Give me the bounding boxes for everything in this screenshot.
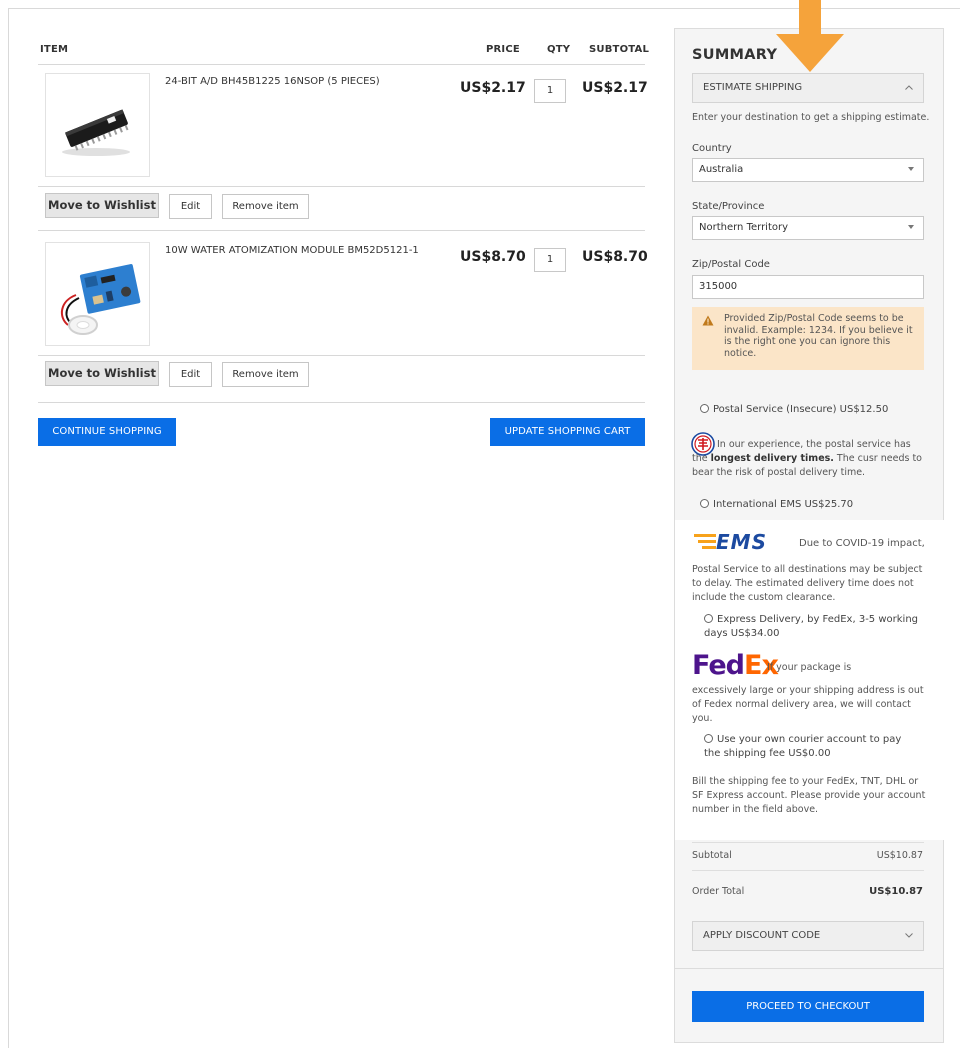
state-label: State/Province — [692, 201, 765, 212]
divider — [38, 186, 645, 187]
radio-icon[interactable] — [700, 499, 709, 508]
zip-warning-text: Provided Zip/Postal Code seems to be inv… — [724, 313, 913, 359]
zip-label: Zip/Postal Code — [692, 259, 770, 270]
own-account-note: Bill the shipping fee to your FedEx, TNT… — [692, 776, 926, 815]
product-image[interactable] — [45, 73, 150, 177]
estimate-shipping-label: ESTIMATE SHIPPING — [703, 82, 803, 93]
shipping-option-own-label: Use your own courier account to pay the … — [704, 734, 902, 759]
product-subtotal: US$2.17 — [582, 80, 648, 96]
product-name[interactable]: 24-BIT A/D BH45B1225 16NSOP (5 PIECES) — [165, 76, 380, 87]
shipping-option-ems-label: International EMS US$25.70 — [713, 499, 854, 510]
shipping-option-fedex-label: Express Delivery, by FedEx, 3-5 working … — [704, 614, 919, 639]
ems-logo-text: EMS — [716, 530, 767, 554]
ems-logo: EMS — [694, 530, 767, 554]
quantity-input[interactable]: 1 — [534, 248, 566, 272]
quantity-input[interactable]: 1 — [534, 79, 566, 103]
remove-item-button[interactable]: Remove item — [222, 362, 309, 387]
shipping-option-postal-label: Postal Service (Insecure) US$12.50 — [713, 404, 889, 415]
move-to-wishlist-button[interactable]: Move to Wishlist — [45, 193, 159, 218]
continue-shopping-button[interactable]: CONTINUE SHOPPING — [38, 418, 176, 446]
subtotal-value: US$10.87 — [876, 850, 923, 861]
postal-note-bold: longest delivery times. — [710, 453, 834, 464]
radio-icon[interactable] — [700, 404, 709, 413]
state-value: Northern Territory — [699, 222, 789, 233]
module-image — [60, 264, 141, 335]
ems-note-first: Due to COVID-19 impact, — [799, 538, 925, 549]
update-shopping-cart-button[interactable]: UPDATE SHOPPING CART — [490, 418, 645, 446]
country-label: Country — [692, 143, 732, 154]
fedex-logo: FedEx — [692, 650, 779, 681]
edit-button[interactable]: Edit — [169, 194, 212, 219]
divider — [38, 355, 645, 356]
divider — [38, 230, 645, 231]
column-header-qty: QTY — [547, 44, 571, 55]
annotation-arrow-icon — [776, 0, 844, 72]
product-subtotal: US$8.70 — [582, 249, 648, 265]
divider — [38, 402, 645, 403]
order-total-label: Order Total — [692, 886, 745, 897]
product-image[interactable] — [45, 242, 150, 346]
subtotal-label: Subtotal — [692, 850, 732, 861]
product-price: US$8.70 — [460, 249, 526, 265]
zip-input[interactable]: 315000 — [692, 275, 924, 299]
shipping-option-fedex[interactable]: Express Delivery, by FedEx, 3-5 working … — [704, 613, 919, 641]
ems-note: Postal Service to all destinations may b… — [692, 564, 923, 603]
fedex-note-first: If your package is — [767, 662, 852, 673]
fedex-note: excessively large or your shipping addre… — [692, 685, 924, 724]
country-value: Australia — [699, 164, 744, 175]
postal-service-note: In our experience, the postal service ha… — [692, 438, 928, 480]
chevron-up-icon — [905, 85, 913, 90]
move-to-wishlist-button[interactable]: Move to Wishlist — [45, 361, 159, 386]
order-total-value: US$10.87 — [869, 886, 923, 897]
column-header-subtotal: SUBTOTAL — [589, 44, 650, 55]
dropdown-caret-icon — [908, 167, 914, 171]
shipping-option-own-account[interactable]: Use your own courier account to pay the … — [704, 733, 919, 761]
ems-stripes-icon — [694, 534, 716, 549]
warning-icon — [702, 315, 714, 326]
divider — [692, 842, 924, 843]
dropdown-caret-icon — [908, 225, 914, 229]
shipping-option-ems[interactable]: International EMS US$25.70 — [700, 499, 853, 510]
product-name[interactable]: 10W WATER ATOMIZATION MODULE BM52D5121-1 — [165, 245, 419, 256]
apply-discount-label: APPLY DISCOUNT CODE — [703, 930, 821, 941]
remove-item-button[interactable]: Remove item — [222, 194, 309, 219]
divider — [38, 64, 645, 65]
estimate-shipping-toggle[interactable]: ESTIMATE SHIPPING — [692, 73, 924, 103]
zip-warning-message: Provided Zip/Postal Code seems to be inv… — [692, 307, 924, 370]
shipping-option-postal[interactable]: Postal Service (Insecure) US$12.50 — [700, 404, 888, 415]
proceed-to-checkout-button[interactable]: PROCEED TO CHECKOUT — [692, 991, 924, 1022]
column-header-item: ITEM — [40, 44, 69, 55]
divider — [692, 870, 924, 871]
radio-icon[interactable] — [704, 734, 713, 743]
chevron-down-icon — [905, 933, 913, 938]
edit-button[interactable]: Edit — [169, 362, 212, 387]
radio-icon[interactable] — [704, 614, 713, 623]
country-select[interactable]: Australia — [692, 158, 924, 182]
estimate-hint: Enter your destination to get a shipping… — [692, 112, 930, 123]
product-price: US$2.17 — [460, 80, 526, 96]
state-select[interactable]: Northern Territory — [692, 216, 924, 240]
apply-discount-toggle[interactable]: APPLY DISCOUNT CODE — [692, 921, 924, 951]
fedex-logo-fed: Fed — [692, 650, 745, 681]
divider — [675, 968, 944, 969]
chip-image — [62, 109, 130, 156]
summary-title: SUMMARY — [692, 47, 778, 63]
column-header-price: PRICE — [486, 44, 520, 55]
